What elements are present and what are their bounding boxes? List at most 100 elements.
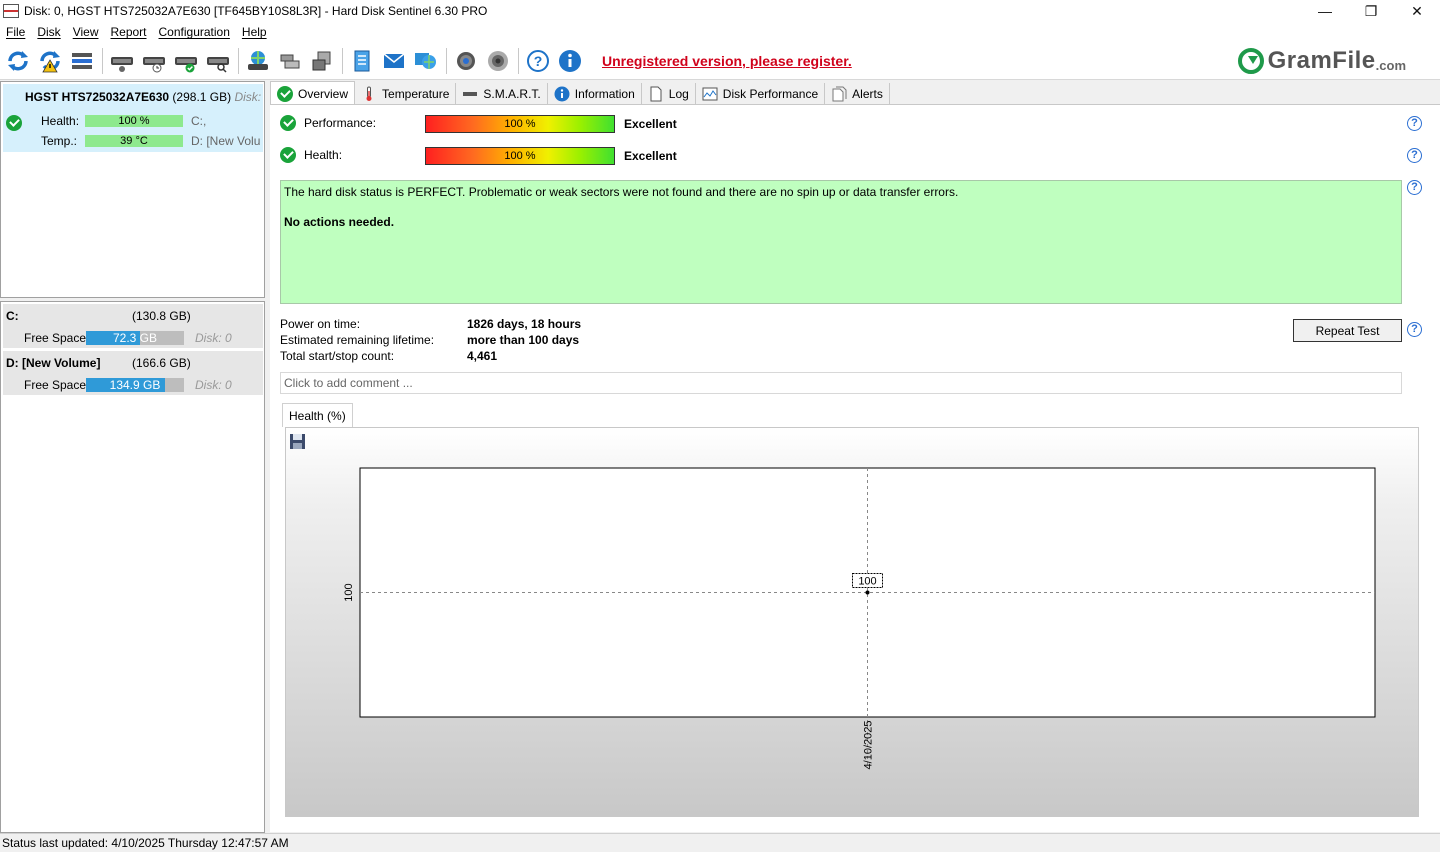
disk-bar-icon xyxy=(463,92,478,96)
tab-overview[interactable]: Overview xyxy=(270,81,356,105)
volume-item[interactable]: C: (130.8 GB) Free Space 72.3 GB Disk: 0 xyxy=(3,304,263,348)
toolbar-separator xyxy=(238,47,239,74)
volume-size: (166.6 GB) xyxy=(132,356,191,370)
menu-disk[interactable]: Disk xyxy=(31,25,66,39)
disk-list-icon xyxy=(72,52,92,69)
status-help-icon[interactable]: ? xyxy=(1407,180,1422,195)
tab-disk-performance[interactable]: Disk Performance xyxy=(696,83,826,105)
gear-icon xyxy=(457,51,475,70)
x-tick-label: 4/10/2025 xyxy=(863,721,875,770)
data-point xyxy=(865,590,870,595)
volume-size: (130.8 GB) xyxy=(132,309,191,323)
hard-disk-icon xyxy=(111,56,133,72)
comment-field[interactable]: Click to add comment ... xyxy=(280,372,1402,394)
disk-ok-button[interactable] xyxy=(172,47,200,75)
disk-temp-label: Temp.: xyxy=(41,134,78,148)
menu-report[interactable]: Report xyxy=(104,25,152,39)
window-controls: — ❐ ✕ xyxy=(1302,0,1440,22)
menu-help[interactable]: Help xyxy=(236,25,273,39)
disk-drive-c: C:, xyxy=(191,114,207,128)
logo-suffix: .com xyxy=(1375,57,1406,73)
tab-smart[interactable]: S.M.A.R.T. xyxy=(456,83,548,105)
tab-label: Alerts xyxy=(852,87,883,101)
health-help-icon[interactable]: ? xyxy=(1407,148,1422,163)
refresh-warning-icon xyxy=(40,50,60,72)
gramfile-logo: GramFile .com xyxy=(1237,47,1406,75)
disk-item[interactable]: HGST HTS725032A7E630 (298.1 GB) Disk: 0 … xyxy=(3,84,263,152)
globe-report-icon xyxy=(415,52,436,69)
volume-list: C: (130.8 GB) Free Space 72.3 GB Disk: 0… xyxy=(0,301,265,833)
free-space-bar: 72.3 GB xyxy=(86,331,184,345)
health-value: 100 % xyxy=(504,150,536,162)
disk-ok-icon xyxy=(6,115,22,131)
email-button[interactable] xyxy=(380,47,408,75)
overview-panel: Performance: 100 % Excellent ? Health: 1… xyxy=(270,104,1440,832)
tab-label: Disk Performance xyxy=(722,87,819,101)
repeat-test-button[interactable]: Repeat Test xyxy=(1293,319,1402,342)
close-button[interactable]: ✕ xyxy=(1394,0,1440,22)
menu-configuration[interactable]: Configuration xyxy=(153,25,236,39)
y-tick-label: 100 xyxy=(343,583,355,601)
power-on-label: Power on time: xyxy=(280,317,361,331)
disk-health-label: Health: xyxy=(41,114,80,128)
document-icon xyxy=(650,86,662,102)
backup-button[interactable] xyxy=(276,47,304,75)
performance-bar: 100 % xyxy=(425,115,615,133)
disk-surface-button[interactable] xyxy=(204,47,232,75)
tab-log[interactable]: Log xyxy=(642,83,696,105)
refresh-all-button[interactable] xyxy=(36,47,64,75)
repeat-help-icon[interactable]: ? xyxy=(1407,322,1422,337)
performance-row: Performance: xyxy=(280,115,424,131)
tab-label: S.M.A.R.T. xyxy=(483,87,541,101)
maximize-button[interactable]: ❐ xyxy=(1348,0,1394,22)
app-icon xyxy=(3,4,19,18)
status-description: The hard disk status is PERFECT. Problem… xyxy=(280,180,1402,304)
check-icon xyxy=(277,85,293,102)
network-disk-icon xyxy=(248,50,268,70)
disk-schedule-button[interactable] xyxy=(140,47,168,75)
tab-label: Information xyxy=(574,87,635,101)
help-button[interactable]: ? xyxy=(524,47,552,75)
menu-view[interactable]: View xyxy=(67,25,105,39)
performance-ok-icon xyxy=(280,115,296,131)
volume-item[interactable]: D: [New Volume] (166.6 GB) Free Space 13… xyxy=(3,351,263,395)
volume-name: C: xyxy=(6,309,19,323)
performance-help-icon[interactable]: ? xyxy=(1407,116,1422,131)
hard-disk-search-icon xyxy=(207,56,229,73)
removable-button[interactable] xyxy=(308,47,336,75)
settings-button[interactable] xyxy=(452,47,480,75)
health-rating: Excellent xyxy=(624,149,677,163)
minimize-button[interactable]: — xyxy=(1302,0,1348,22)
refresh-button[interactable] xyxy=(4,47,32,75)
health-chart-area: 100 4/10/2025 100 xyxy=(285,427,1419,817)
register-link[interactable]: Unregistered version, please register. xyxy=(602,53,852,69)
data-label: 100 xyxy=(858,576,876,588)
volume-name: D: [New Volume] xyxy=(6,356,101,370)
free-space-label: Free Space xyxy=(24,331,87,345)
action-text: No actions needed. xyxy=(284,215,395,229)
tab-information[interactable]: Information xyxy=(548,83,642,105)
about-button[interactable] xyxy=(556,47,584,75)
send-report-button[interactable] xyxy=(412,47,440,75)
refresh-icon xyxy=(8,50,28,71)
tab-alerts[interactable]: Alerts xyxy=(825,83,890,105)
lifetime-value: more than 100 days xyxy=(467,333,580,347)
sound-button[interactable] xyxy=(484,47,512,75)
speaker-icon xyxy=(488,50,508,71)
gramfile-logo-icon xyxy=(1237,48,1264,74)
disk-list: HGST HTS725032A7E630 (298.1 GB) Disk: 0 … xyxy=(0,81,265,298)
tab-temperature[interactable]: Temperature xyxy=(355,83,457,105)
network-button[interactable] xyxy=(244,47,272,75)
disk-list-button[interactable] xyxy=(68,47,96,75)
disk-health-value: 100 % xyxy=(118,115,150,127)
report-button[interactable] xyxy=(348,47,376,75)
toolbar-separator xyxy=(342,47,343,74)
disk-test-button[interactable] xyxy=(108,47,136,75)
disk-number: Disk: 0 xyxy=(234,90,261,104)
alerts-document-icon xyxy=(832,86,847,102)
disk-name: HGST HTS725032A7E630 xyxy=(25,90,170,104)
tab-label: Temperature xyxy=(382,87,450,101)
menu-file[interactable]: File xyxy=(0,25,31,39)
title-bar: Disk: 0, HGST HTS725032A7E630 [TF645BY10… xyxy=(0,0,1440,22)
tab-health-chart[interactable]: Health (%) xyxy=(282,403,353,427)
